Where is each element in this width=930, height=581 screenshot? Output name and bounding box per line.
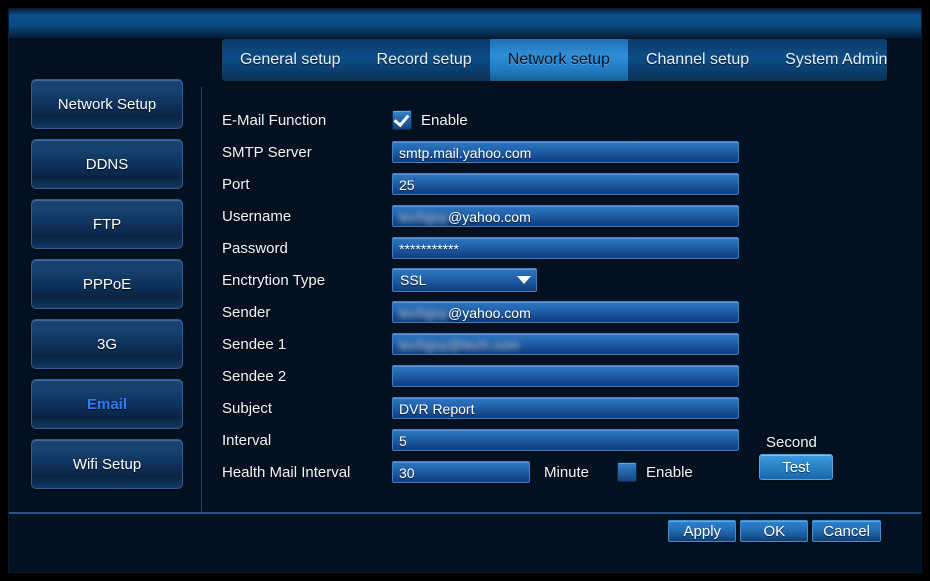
row-encryption-type: Enctrytion Type SSL (222, 264, 912, 296)
sidebar-item-label: Email (86, 395, 128, 413)
sidebar-item-label: 3G (96, 335, 117, 353)
tab-general-setup[interactable]: General setup (222, 39, 359, 81)
chevron-down-icon (517, 276, 531, 284)
sendee1-input[interactable]: techguy@tech.com (392, 333, 739, 355)
row-email-function: E-Mail Function Enable (222, 104, 912, 136)
test-button-label: Test (782, 458, 810, 476)
row-username: Username techguy@yahoo.com (222, 200, 912, 232)
sender-input[interactable]: techguy@yahoo.com (392, 301, 739, 323)
ok-button[interactable]: OK (740, 520, 809, 542)
password-input[interactable]: *********** (392, 237, 739, 259)
sender-visible-text: @yahoo.com (448, 305, 531, 321)
label-password: Password (222, 239, 288, 257)
ok-button-label: OK (763, 522, 786, 540)
sidebar: Network Setup DDNS FTP PPPoE 3G Email Wi… (31, 79, 189, 504)
tab-record-setup[interactable]: Record setup (359, 39, 490, 81)
sidebar-item-network-setup[interactable]: Network Setup (31, 79, 183, 129)
username-input[interactable]: techguy@yahoo.com (392, 205, 739, 227)
sidebar-item-wifi-setup[interactable]: Wifi Setup (31, 439, 183, 489)
tab-network-setup[interactable]: Network setup (489, 39, 628, 81)
port-input[interactable]: 25 (392, 173, 739, 195)
sidebar-item-label: FTP (92, 215, 122, 233)
dvr-setup-screen: General setup Record setup Network setup… (0, 0, 930, 581)
cancel-button[interactable]: Cancel (812, 520, 881, 542)
row-sender: Sender techguy@yahoo.com (222, 296, 912, 328)
row-port: Port 25 (222, 168, 912, 200)
setup-window: General setup Record setup Network setup… (8, 8, 922, 573)
label-interval: Interval (222, 431, 272, 449)
sidebar-item-label: Wifi Setup (72, 455, 142, 473)
label-encryption-type: Enctrytion Type (222, 271, 326, 289)
label-health-mail-interval: Health Mail Interval (222, 463, 351, 481)
interval-unit-second: Second (766, 434, 817, 451)
encryption-type-value: SSL (400, 272, 427, 288)
encryption-type-select[interactable]: SSL (392, 268, 537, 292)
apply-button-label: Apply (683, 522, 722, 540)
sendee2-input[interactable] (392, 365, 739, 387)
tab-label: Network setup (507, 51, 610, 68)
email-settings-form: E-Mail Function Enable SMTP Server smtp.… (222, 104, 912, 488)
sender-redacted-text: techguy (399, 305, 449, 321)
sidebar-item-pppoe[interactable]: PPPoE (31, 259, 183, 309)
label-email-function: E-Mail Function (222, 111, 327, 129)
label-sendee1: Sendee 1 (222, 335, 287, 353)
username-visible-text: @yahoo.com (448, 209, 531, 225)
label-sendee2: Sendee 2 (222, 367, 287, 385)
tab-label: System Admin (785, 51, 888, 68)
sidebar-item-ftp[interactable]: FTP (31, 199, 183, 249)
interval-input[interactable]: 5 (392, 429, 739, 451)
sidebar-divider (201, 87, 202, 512)
health-mail-enable-label: Enable (646, 463, 693, 481)
sidebar-item-label: DDNS (85, 155, 129, 173)
row-smtp-server: SMTP Server smtp.mail.yahoo.com (222, 136, 912, 168)
row-subject: Subject DVR Report (222, 392, 912, 424)
tab-channel-setup[interactable]: Channel setup (628, 39, 767, 81)
cancel-button-label: Cancel (823, 522, 870, 540)
sidebar-item-3g[interactable]: 3G (31, 319, 183, 369)
apply-button[interactable]: Apply (668, 520, 737, 542)
email-function-checkbox[interactable] (392, 110, 412, 130)
label-sender: Sender (222, 303, 271, 321)
label-subject: Subject (222, 399, 273, 417)
health-mail-interval-unit: Minute (544, 463, 590, 481)
health-mail-enable-checkbox[interactable] (617, 462, 638, 482)
username-redacted-text: techguy (399, 209, 449, 225)
row-sendee2: Sendee 2 (222, 360, 912, 392)
test-button[interactable]: Test (759, 454, 833, 480)
email-function-checkbox-label: Enable (421, 111, 468, 129)
sidebar-item-email[interactable]: Email (31, 379, 183, 429)
footer-bar: Apply OK Cancel (9, 514, 921, 572)
label-port: Port (222, 175, 250, 193)
tab-system-admin[interactable]: System Admin (767, 39, 905, 81)
row-sendee1: Sendee 1 techguy@tech.com (222, 328, 912, 360)
subject-input[interactable]: DVR Report (392, 397, 739, 419)
sidebar-item-ddns[interactable]: DDNS (31, 139, 183, 189)
sidebar-item-label: Network Setup (57, 95, 157, 113)
tab-label: Record setup (376, 51, 472, 68)
tab-label: Channel setup (645, 51, 750, 68)
row-password: Password *********** (222, 232, 912, 264)
health-mail-interval-input[interactable]: 30 (392, 461, 530, 483)
footer-button-group: Apply OK Cancel (668, 520, 881, 542)
tab-label: General setup (240, 51, 341, 68)
window-titlebar (9, 9, 921, 40)
sidebar-item-label: PPPoE (82, 275, 132, 293)
label-smtp-server: SMTP Server (222, 143, 312, 161)
label-username: Username (222, 207, 292, 225)
tab-bar: General setup Record setup Network setup… (222, 39, 887, 81)
smtp-server-input[interactable]: smtp.mail.yahoo.com (392, 141, 739, 163)
sendee1-redacted-text: techguy@tech.com (399, 337, 520, 353)
